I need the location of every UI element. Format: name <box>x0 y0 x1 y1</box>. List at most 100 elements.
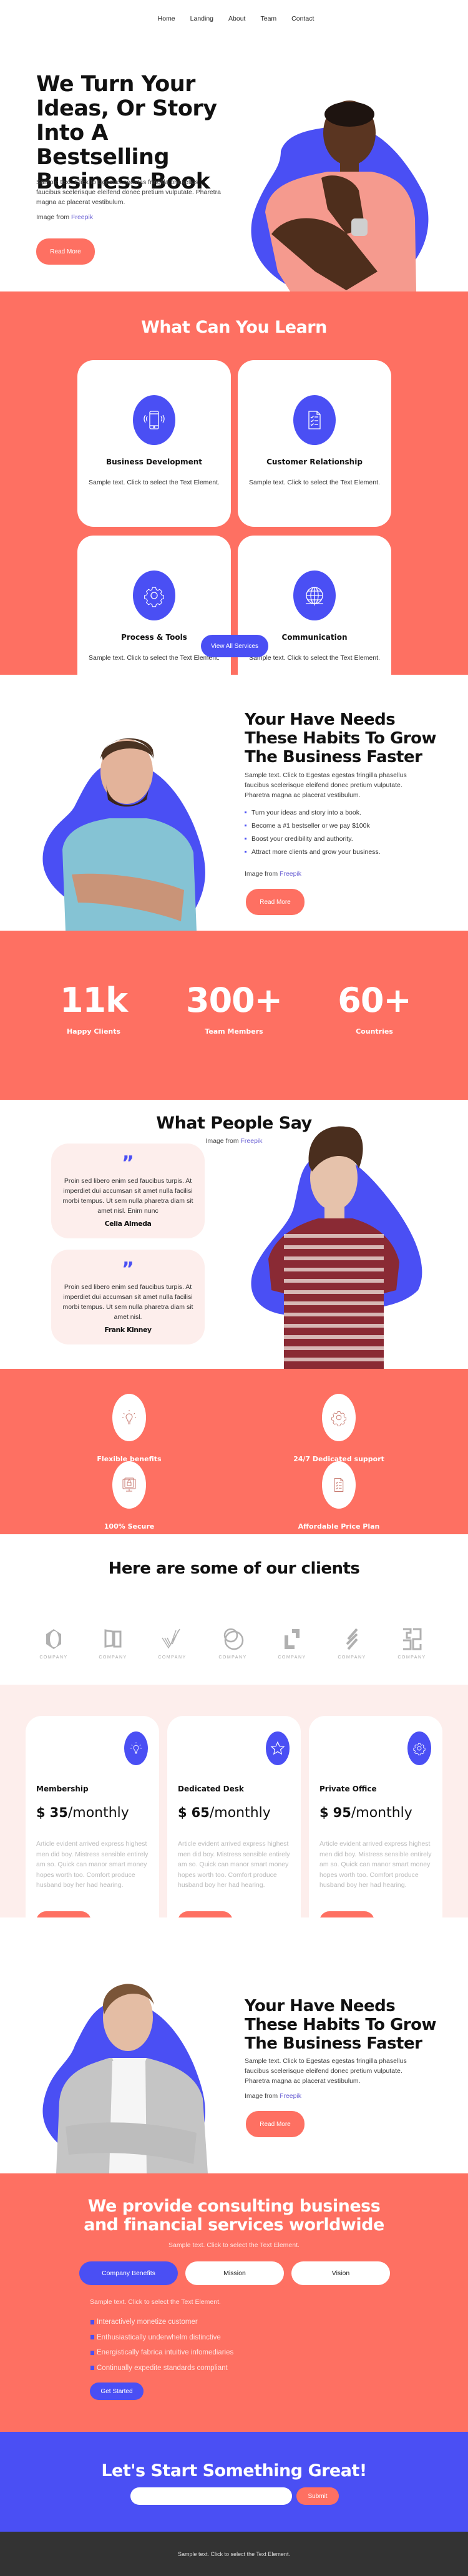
bullet-square-icon <box>245 811 246 813</box>
pricing-card-description: Article evident arrived express highest … <box>319 1840 432 1889</box>
pricing-read-more-button[interactable]: READ MORE <box>319 1911 374 1917</box>
get-started-button[interactable]: Get Started <box>90 2383 144 2400</box>
gear-icon <box>407 1731 431 1765</box>
client-logo-name: COMPANY <box>278 1655 306 1660</box>
list-item: Attract more clients and grow your busin… <box>245 845 381 858</box>
pricing-card-description: Article evident arrived express highest … <box>178 1840 290 1889</box>
bullet-square-icon <box>245 851 246 853</box>
list-item: Boost your credibility and authority. <box>245 832 381 845</box>
client-logo-mark-icon <box>403 1628 422 1650</box>
hero-read-more-button[interactable]: Read More <box>36 238 95 265</box>
top-nav: Home Landing About Team Contact <box>0 0 468 37</box>
learn-card-customer-relationship[interactable]: Customer Relationship Sample text. Click… <box>238 360 391 527</box>
client-logo-name: COMPANY <box>99 1655 127 1660</box>
bullet-square-icon <box>90 2350 94 2355</box>
pricing-read-more-button[interactable]: READ MORE <box>36 1911 91 1917</box>
hero-description: Sample text. Click to Egestas egestas fr… <box>36 179 221 206</box>
clients-title: Here are some of our clients <box>108 1559 360 1578</box>
consulting-tab-body: Sample text. Click to select the Text El… <box>90 2298 221 2306</box>
stats-section: 11k Happy Clients 300+ Team Members 60+ … <box>0 931 468 1100</box>
freepik-link[interactable]: Freepik <box>280 870 301 878</box>
pricing-card-price: $ 65/monthly <box>178 1805 271 1821</box>
tab-mission[interactable]: Mission <box>185 2261 284 2285</box>
benefit-label: Affordable Price Plan <box>298 1522 380 1530</box>
habits2-image-credit: Image from Freepik <box>245 2092 301 2100</box>
pricing-card-membership: Membership $ 35/monthly Article evident … <box>26 1716 159 1917</box>
bullet-square-icon <box>90 2319 94 2324</box>
stat-value: 11k <box>59 981 128 1020</box>
learn-card-text: Sample text. Click to select the Text El… <box>249 479 380 486</box>
client-logo-mark-icon <box>285 1629 300 1649</box>
testimonial-text: Proin sed libero enim sed faucibus turpi… <box>62 1283 193 1321</box>
stat-value: 60+ <box>338 981 411 1020</box>
habits2-read-more-button[interactable]: Read More <box>246 2111 305 2137</box>
bullet-square-icon <box>245 838 246 840</box>
bullet-square-icon <box>245 825 246 826</box>
learn-section: What Can You Learn Business Development … <box>0 291 468 675</box>
consulting-title: We provide consulting business and finan… <box>0 2197 468 2235</box>
tab-vision[interactable]: Vision <box>291 2261 390 2285</box>
stat-label: Team Members <box>205 1027 263 1036</box>
pricing-read-more-button[interactable]: READ MORE <box>178 1911 233 1917</box>
habits1-bullet-list: Turn your ideas and story into a book. B… <box>245 806 381 858</box>
stat-happy-clients: 11k Happy Clients <box>16 931 172 1036</box>
testimonials-person-image <box>268 1126 399 1369</box>
benefits-section: Flexible benefits 24/7 Dedicated support… <box>0 1369 468 1534</box>
learn-card-business-development[interactable]: Business Development Sample text. Click … <box>77 360 231 527</box>
price-currency: $ <box>178 1805 187 1820</box>
habits1-description: Sample text. Click to Egestas egestas fr… <box>245 771 407 799</box>
habits1-read-more-button[interactable]: Read More <box>246 889 305 915</box>
hero-person-image <box>265 100 416 291</box>
credit-prefix: Image from <box>245 870 278 878</box>
pricing-card-title: Dedicated Desk <box>178 1785 244 1793</box>
secure-monitor-icon <box>112 1461 146 1509</box>
bullet-text: Interactively monetize customer <box>97 2318 198 2326</box>
nav-team[interactable]: Team <box>260 15 276 22</box>
view-all-services-button[interactable]: View All Services <box>201 635 268 657</box>
bullet-square-icon <box>90 2366 94 2371</box>
hero-image-credit: Image from Freepik <box>36 213 93 221</box>
nav-about[interactable]: About <box>228 15 245 22</box>
list-item: Interactively monetize customer <box>90 2314 233 2330</box>
smartphone-icon <box>133 395 175 445</box>
globe-icon <box>293 571 336 620</box>
nav-contact[interactable]: Contact <box>291 15 314 22</box>
habits1-title: Your Have Needs These Habits To Grow The… <box>245 710 437 766</box>
client-logo: COMPANY <box>35 1627 72 1660</box>
consulting-bullet-list: Interactively monetize customer Enthusia… <box>90 2314 233 2376</box>
learn-card-text: Sample text. Click to select the Text El… <box>89 479 220 486</box>
price-amount: 65 <box>191 1805 210 1820</box>
nav-landing[interactable]: Landing <box>190 15 213 22</box>
client-logo: COMPANY <box>393 1627 431 1660</box>
habits2-title: Your Have Needs These Habits To Grow The… <box>245 1997 437 2053</box>
bullet-text: Boost your credibility and authority. <box>251 835 353 843</box>
testimonial-author: Celia Almeda <box>104 1220 152 1228</box>
email-input[interactable] <box>130 2487 292 2505</box>
hero-section: We Turn Your Ideas, Or Story Into A Best… <box>0 37 468 291</box>
gear-icon <box>133 571 175 620</box>
benefit-label: 100% Secure <box>104 1522 155 1530</box>
tab-company-benefits[interactable]: Company Benefits <box>79 2261 178 2285</box>
bullet-text: Continually expedite standards compliant <box>97 2364 228 2372</box>
list-item: Turn your ideas and story into a book. <box>245 806 381 819</box>
submit-button[interactable]: Submit <box>296 2487 339 2505</box>
benefit-dedicated-support: 24/7 Dedicated support <box>264 1394 414 1463</box>
quote-icon: ” <box>122 1258 134 1280</box>
price-currency: $ <box>319 1805 329 1820</box>
client-logo: COMPANY <box>154 1627 191 1660</box>
client-logo-name: COMPANY <box>158 1655 187 1660</box>
freepik-link[interactable]: Freepik <box>71 213 93 221</box>
nav-home[interactable]: Home <box>158 15 175 22</box>
consulting-title-text: We provide consulting business and finan… <box>84 2196 384 2235</box>
price-amount: 95 <box>333 1805 351 1820</box>
testimonial-card: ” Proin sed libero enim sed faucibus tur… <box>51 1144 205 1238</box>
freepik-link[interactable]: Freepik <box>280 2092 301 2100</box>
credit-prefix: Image from <box>245 2092 278 2100</box>
list-item: Become a #1 bestseller or we pay $100k <box>245 819 381 832</box>
bullet-text: Become a #1 bestseller or we pay $100k <box>251 821 370 830</box>
client-logo-mark-icon <box>104 1629 122 1648</box>
testimonial-author: Frank Kinney <box>104 1326 152 1334</box>
credit-prefix: Image from <box>205 1137 239 1145</box>
bullet-text: Turn your ideas and story into a book. <box>251 808 361 816</box>
footer: Sample text. Click to select the Text El… <box>0 2532 468 2576</box>
